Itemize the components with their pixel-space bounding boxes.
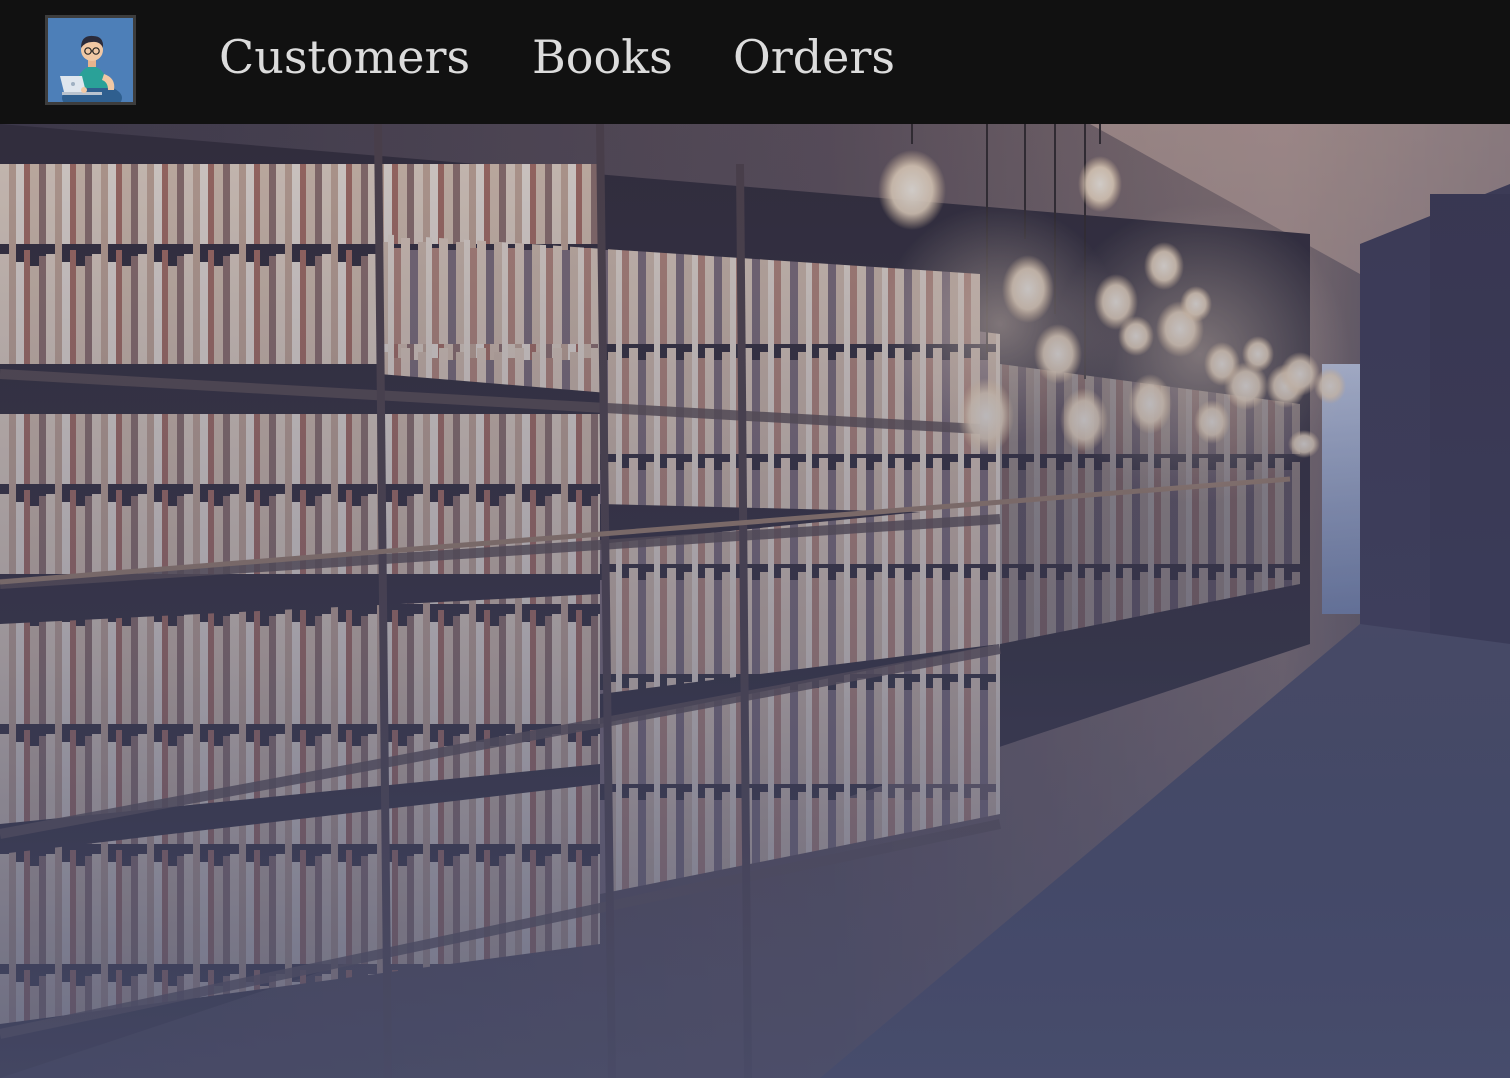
librarian-avatar-icon [48,18,133,102]
nav-link-books[interactable]: Books [532,26,673,88]
top-navbar: Customers Books Orders [0,0,1510,124]
hero-banner [0,124,1510,1078]
logo[interactable] [45,15,136,105]
nav-link-orders[interactable]: Orders [733,26,895,88]
nav-link-customers[interactable]: Customers [219,26,470,88]
library-bookshelves-with-hanging-bulbs-photo [0,124,1510,1078]
